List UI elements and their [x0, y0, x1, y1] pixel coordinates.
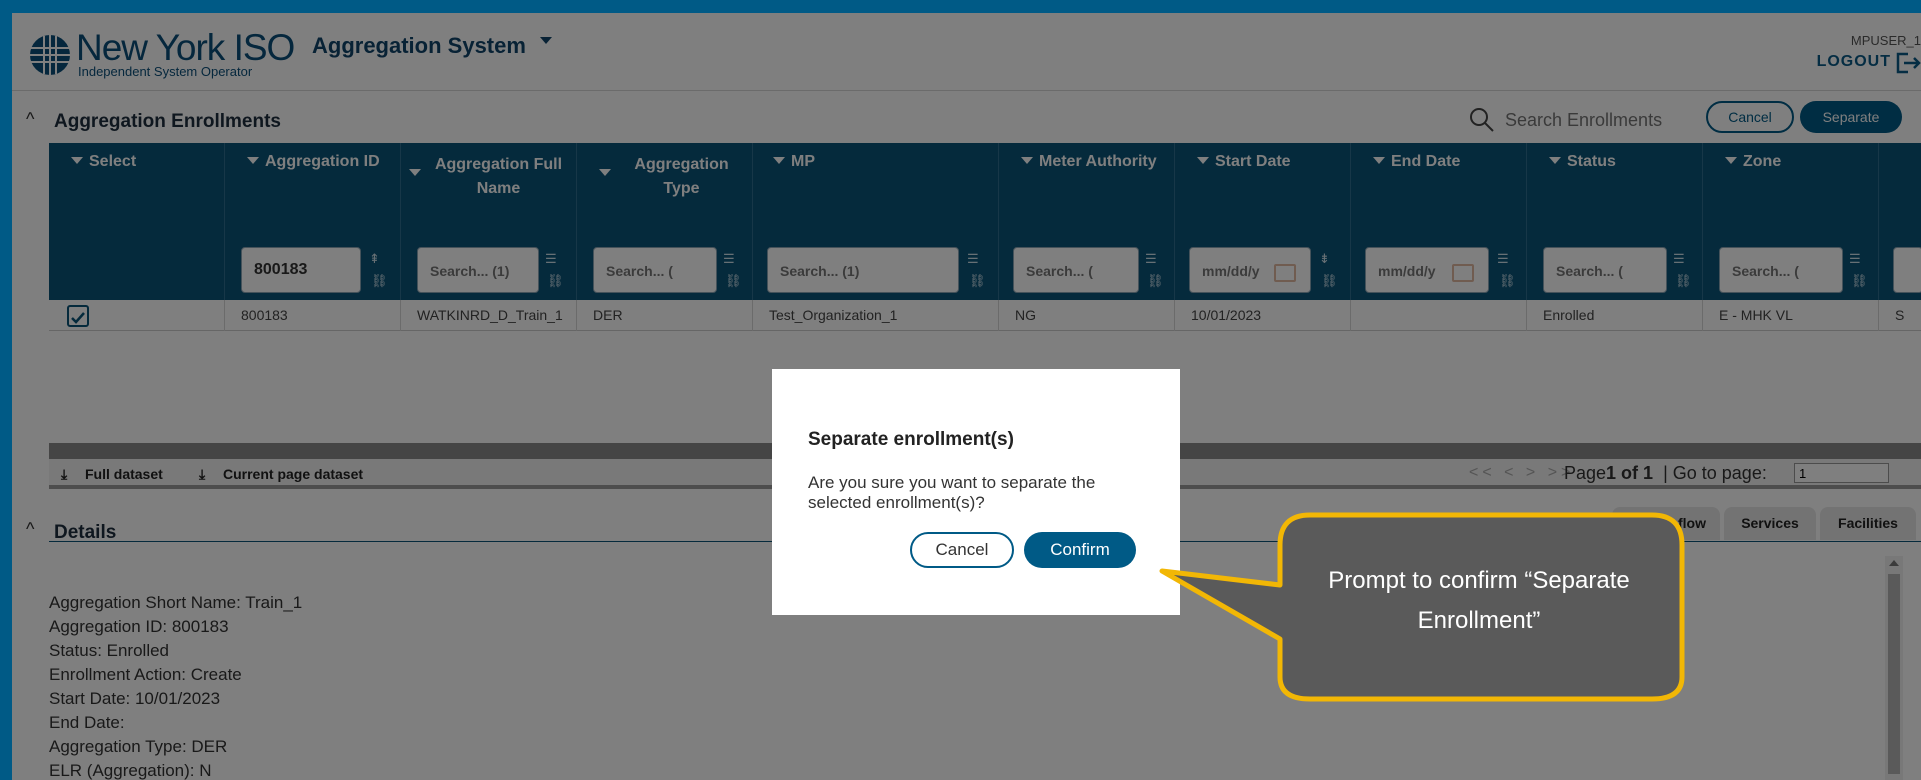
app-window: New York ISO Independent System Operator…	[12, 13, 1921, 780]
dialog-cancel-button[interactable]: Cancel	[910, 532, 1014, 568]
confirm-dialog: Separate enrollment(s) Are you sure you …	[772, 369, 1180, 615]
window-frame: New York ISO Independent System Operator…	[0, 0, 1921, 780]
callout-text: Prompt to confirm “Separate Enrollment”	[1328, 567, 1630, 634]
dialog-message: Are you sure you want to separate the se…	[808, 473, 1096, 512]
dialog-confirm-button[interactable]: Confirm	[1024, 532, 1136, 568]
dialog-title: Separate enrollment(s)	[808, 429, 1014, 450]
